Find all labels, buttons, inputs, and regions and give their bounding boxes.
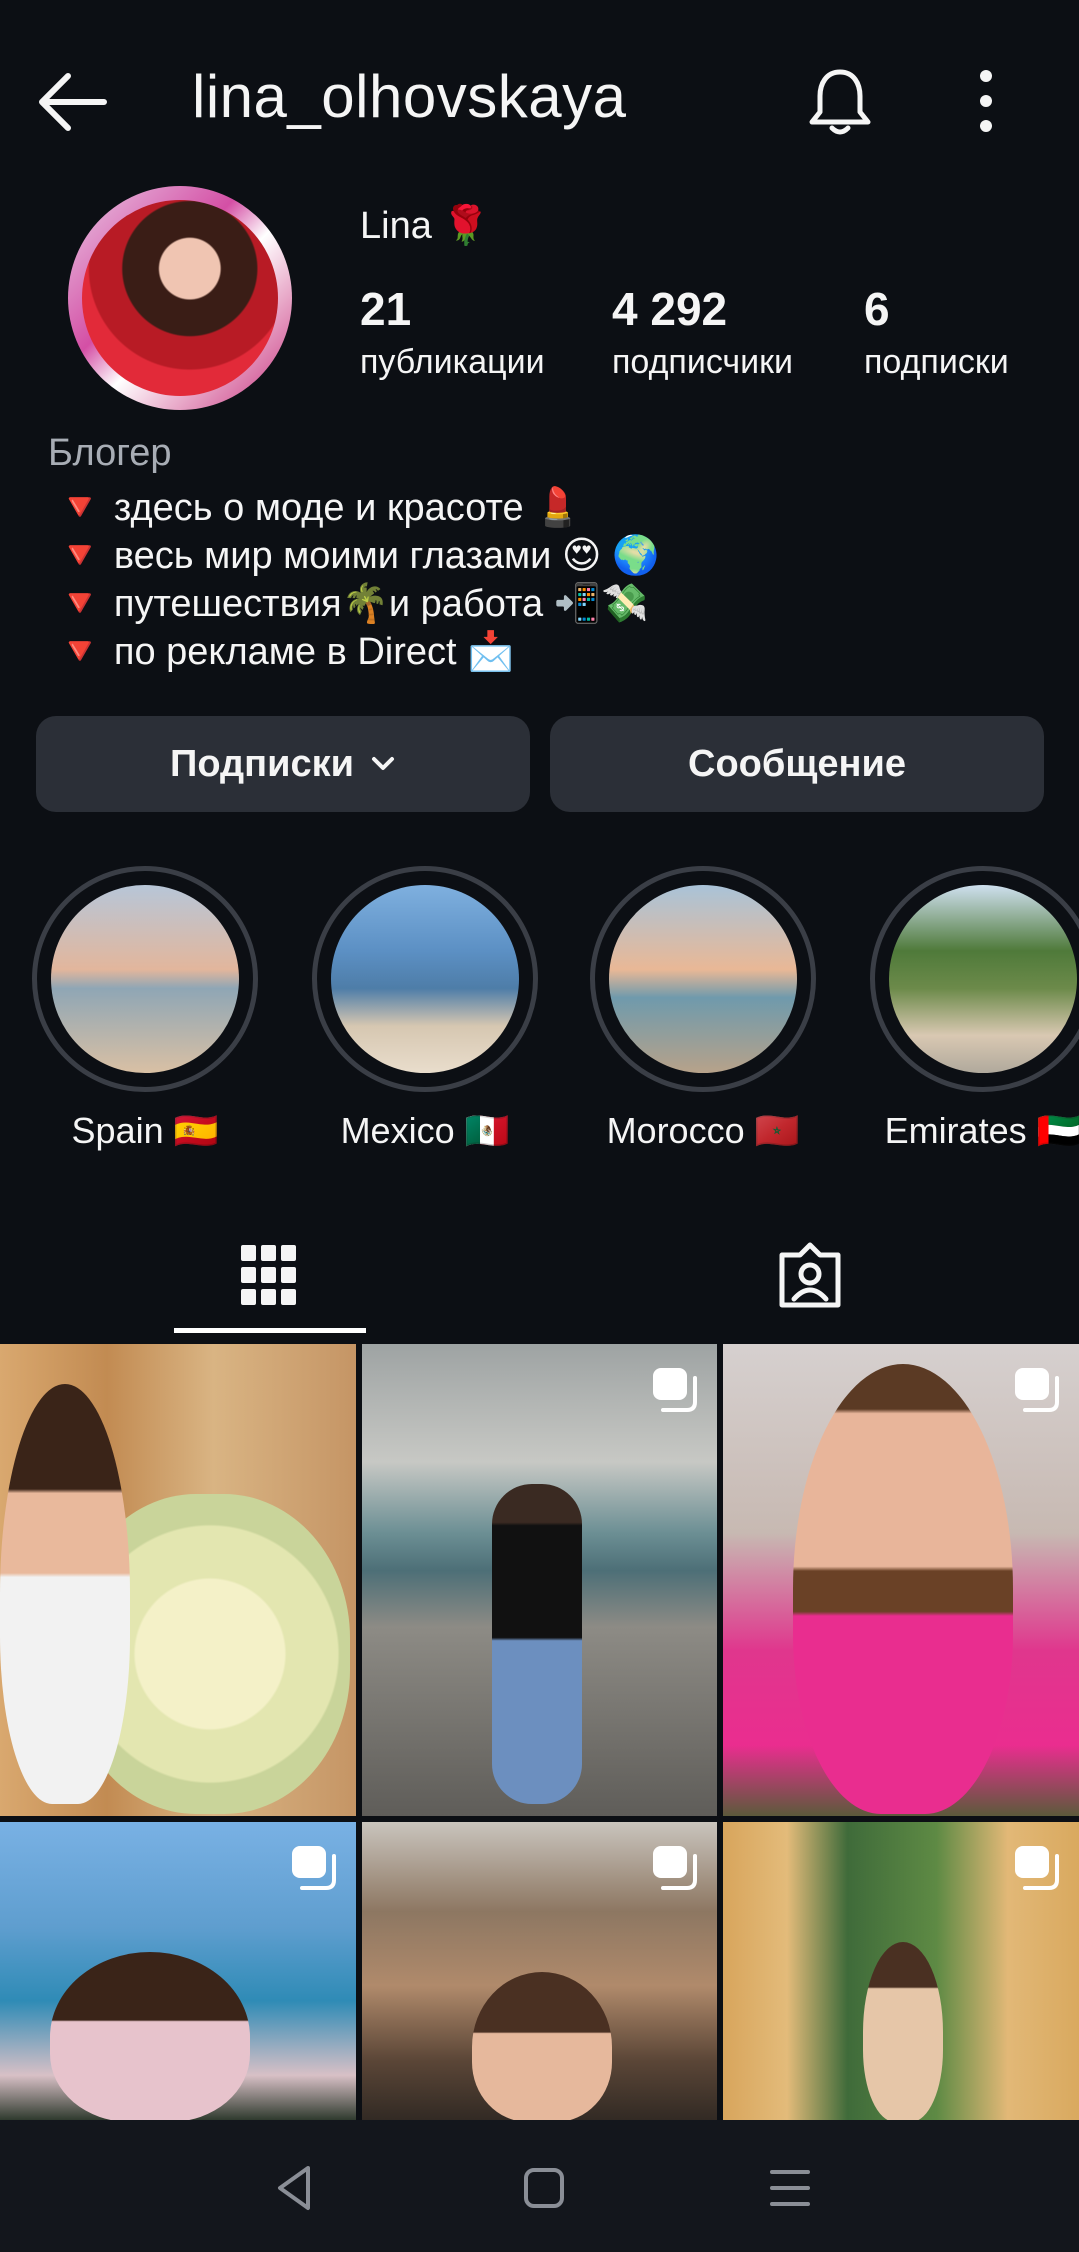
highlight-item[interactable]: Emirates 🇦🇪 [870,866,1079,1152]
stat-followers-label: подписчики [612,343,794,381]
post-thumbnail[interactable] [362,1344,717,1816]
message-button-label: Сообщение [688,742,906,785]
bell-icon[interactable] [806,64,874,138]
stat-posts-label: публикации [360,343,545,381]
post-thumbnail[interactable] [362,1822,717,2120]
profile-bio: 🔻 здесь о моде и красоте 💄 🔻 весь мир мо… [56,484,659,676]
bio-line: 🔻 путешествия🌴и работа 📲💸 [56,583,649,625]
profile-username: lina_olhovskaya [192,63,627,130]
multiple-photos-icon [1015,1846,1059,1890]
highlight-ring [32,866,258,1092]
post-person [793,1364,1013,1814]
highlight-ring [590,866,816,1092]
arrow-left-icon[interactable] [34,70,108,134]
highlight-cover [331,885,519,1073]
menu-lines-icon[interactable] [762,2160,818,2216]
multiple-photos-icon [1015,1368,1059,1412]
post-person [492,1484,582,1804]
active-tab-indicator [174,1328,366,1333]
highlight-ring [312,866,538,1092]
message-button[interactable]: Сообщение [550,716,1044,812]
highlight-label: Emirates 🇦🇪 [884,1110,1079,1151]
grid-icon [241,1245,296,1305]
bio-line: 🔻 здесь о моде и красоте 💄 [56,487,582,529]
highlight-cover [51,885,239,1073]
highlight-ring [870,866,1079,1092]
stat-posts[interactable]: 21 публикации [360,282,545,384]
highlight-item[interactable]: Morocco 🇲🇦 [590,866,816,1152]
highlight-item[interactable]: Spain 🇪🇸 [32,866,258,1152]
bio-line: 🔻 весь мир моими глазами 😍 🌍 [56,535,660,577]
stat-followers[interactable]: 4 292 подписчики [612,282,793,384]
post-thumbnail[interactable] [0,1822,356,2120]
more-vertical-icon[interactable] [966,66,1006,136]
highlight-item[interactable]: Mexico 🇲🇽 [312,866,538,1152]
multiple-photos-icon [653,1846,697,1890]
multiple-photos-icon [292,1846,336,1890]
post-person [0,1384,130,1804]
tagged-icon [779,1242,841,1308]
stat-followers-value: 4 292 [612,283,728,335]
highlight-cover [609,885,797,1073]
post-thumbnail[interactable] [723,1822,1079,2120]
following-button[interactable]: Подписки [36,716,530,812]
home-square-icon[interactable] [516,2160,572,2216]
profile-category: Блогер [48,432,172,474]
post-thumbnail[interactable] [0,1344,356,1816]
tab-posts-grid[interactable] [174,1210,364,1340]
following-button-label: Подписки [170,742,354,785]
bio-line: 🔻 по рекламе в Direct 📩 [56,631,515,673]
profile-avatar[interactable] [68,186,292,410]
highlight-label: Morocco 🇲🇦 [606,1110,800,1151]
highlight-cover [889,885,1077,1073]
stat-following-value: 6 [864,283,890,335]
post-person [863,1942,943,2120]
profile-display-name: Lina 🌹 [360,205,490,247]
stat-following-label: подписки [864,343,1009,381]
profile-header: lina_olhovskaya [0,0,1079,205]
back-triangle-icon[interactable] [268,2160,324,2216]
highlight-label: Mexico 🇲🇽 [340,1110,510,1151]
highlight-label: Spain 🇪🇸 [71,1110,219,1151]
avatar-photo [82,200,278,396]
post-person [472,1972,612,2120]
multiple-photos-icon [653,1368,697,1412]
stat-posts-value: 21 [360,283,412,335]
post-thumbnail[interactable] [723,1344,1079,1816]
post-person [50,1952,250,2120]
tab-tagged[interactable] [715,1210,905,1340]
chevron-down-icon [371,757,394,770]
stat-following[interactable]: 6 подписки [864,282,1009,384]
